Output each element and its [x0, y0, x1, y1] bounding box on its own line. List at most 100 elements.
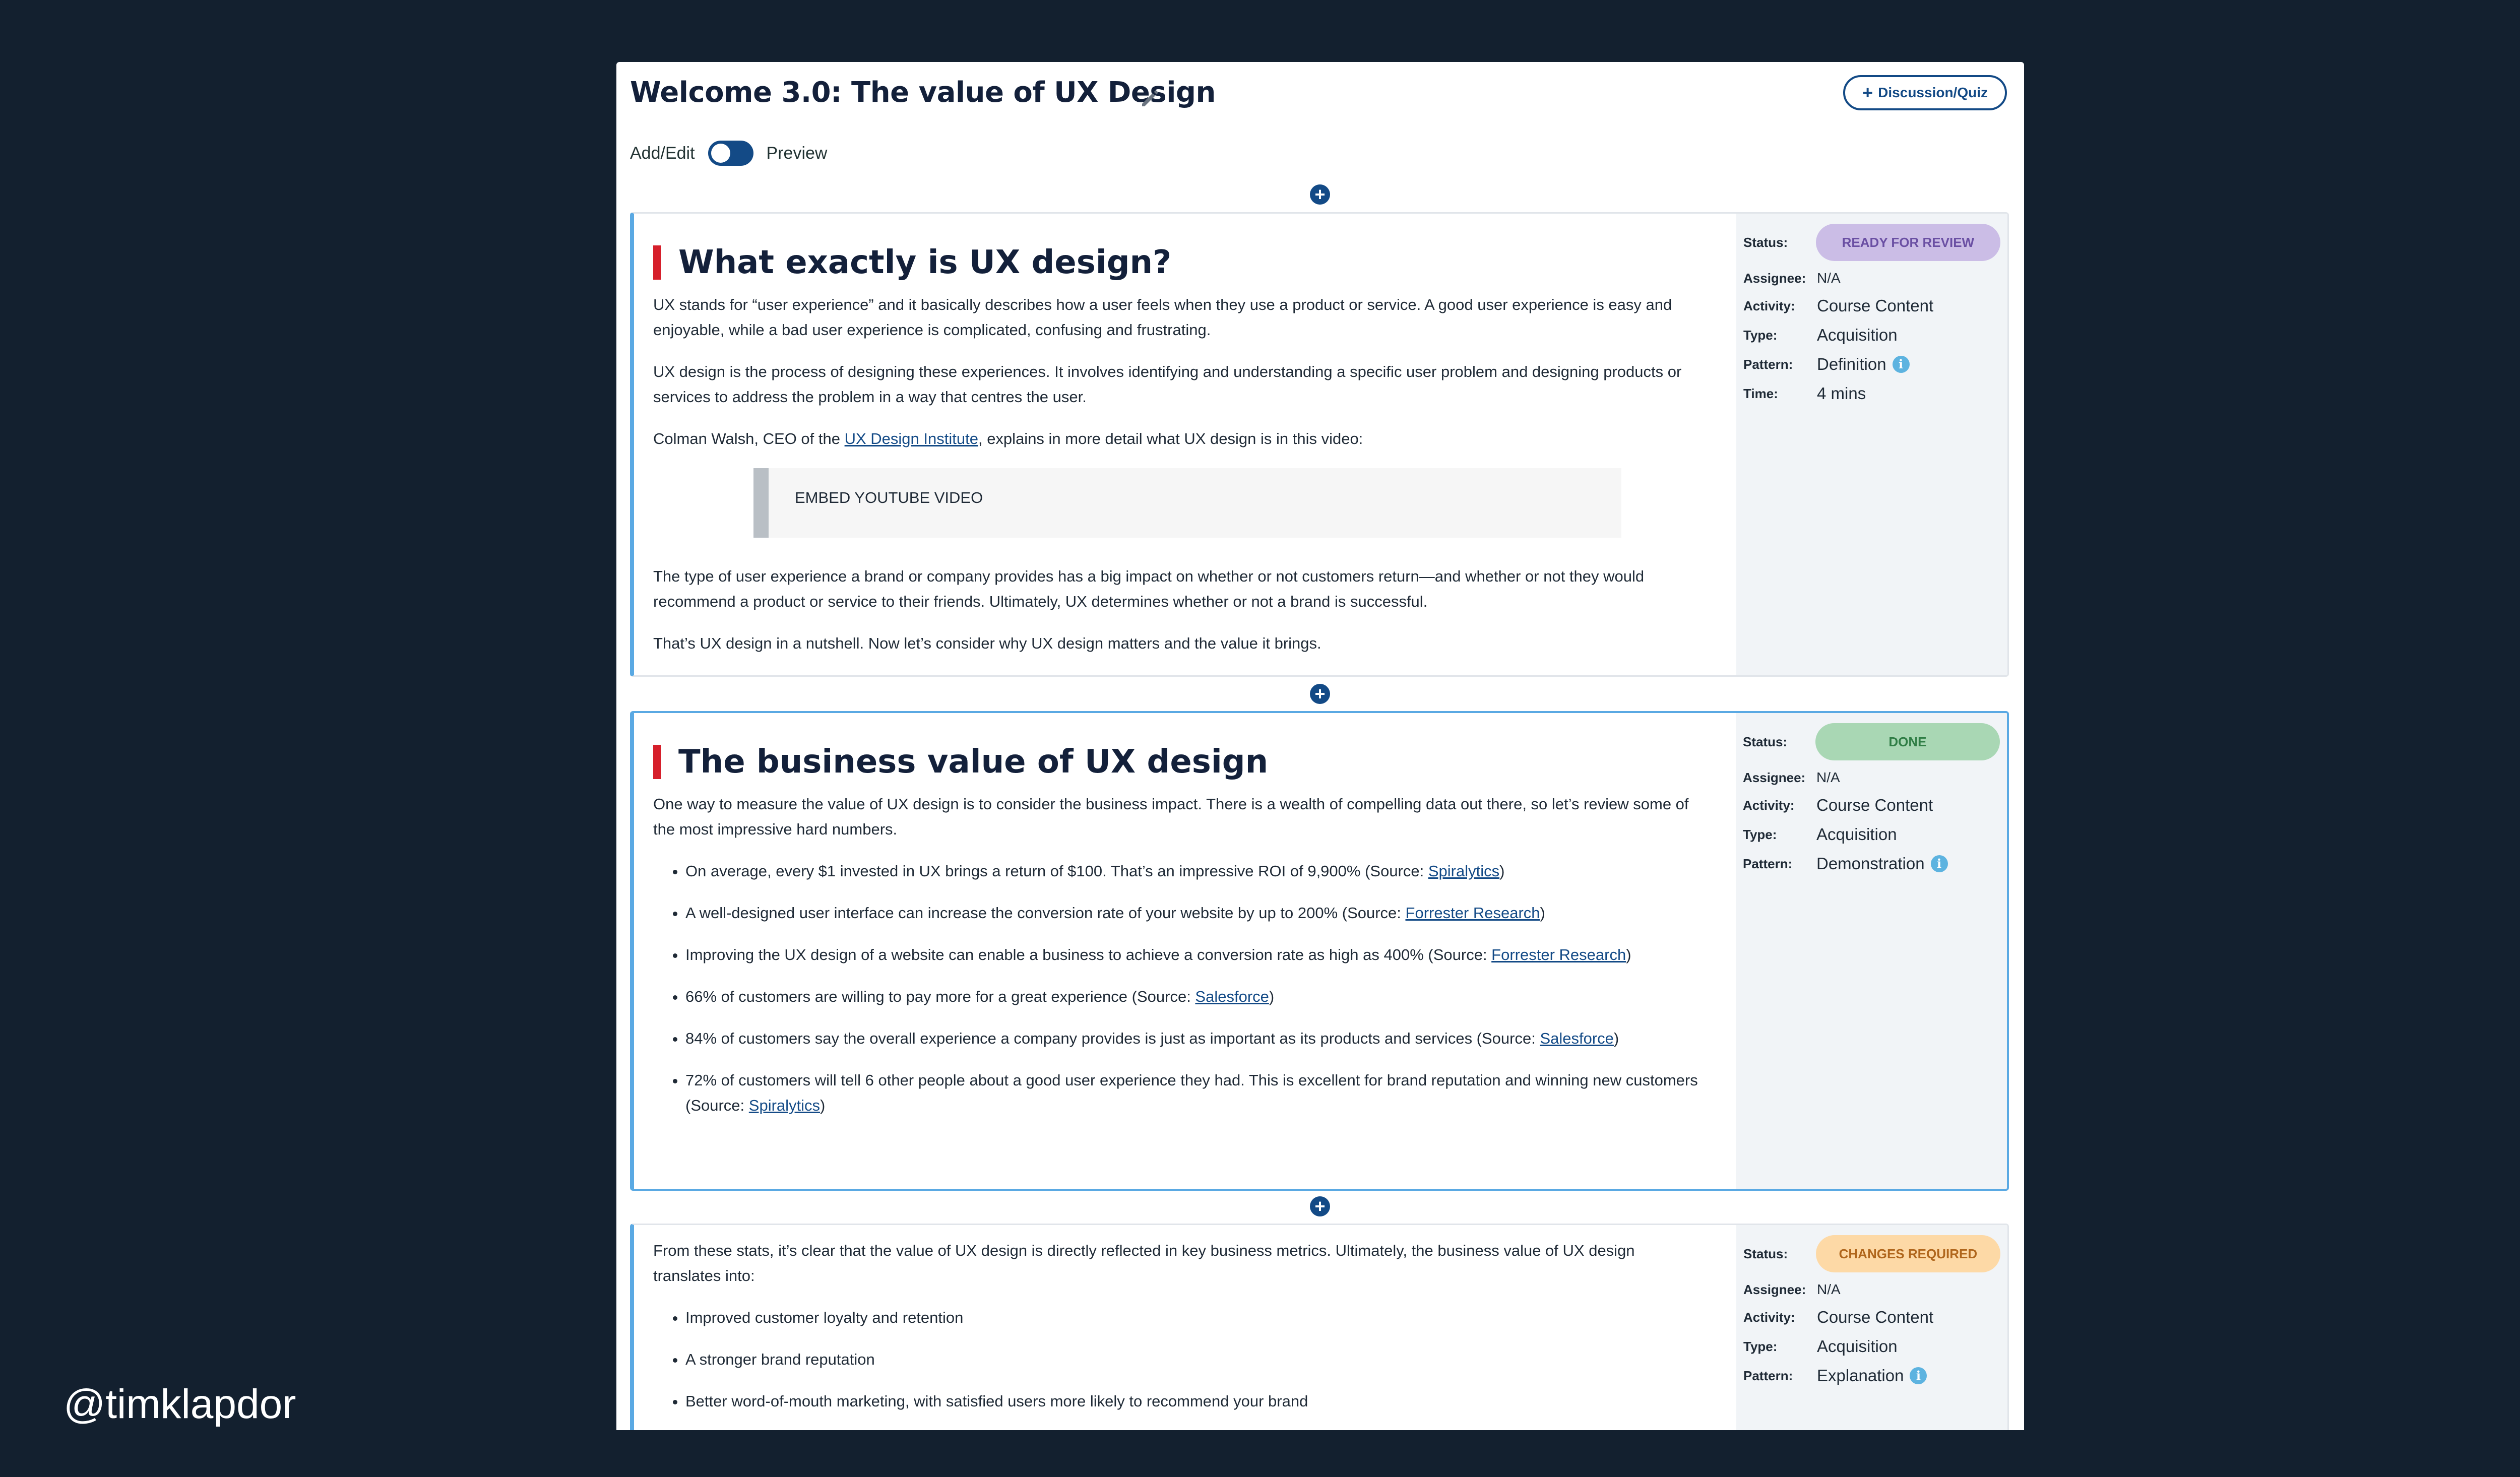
paragraph: One way to measure the value of UX desig…	[653, 795, 1689, 838]
assignee-row: Assignee: N/A	[1743, 769, 2000, 786]
status-label: Status:	[1743, 734, 1788, 749]
text: )	[1613, 1030, 1619, 1047]
ux-design-institute-link[interactable]: UX Design Institute	[845, 430, 978, 447]
pattern-text: Definition	[1817, 355, 1886, 373]
paragraph: UX design is the process of designing th…	[653, 363, 1682, 406]
assignee-label: Assignee:	[1743, 769, 1806, 785]
text: )	[1626, 946, 1631, 964]
activity-label: Activity:	[1743, 1309, 1795, 1325]
toggle-knob	[711, 144, 730, 163]
list-item: 66% of customers are willing to pay more…	[685, 984, 1702, 1009]
text: 72% of customers will tell 6 other peopl…	[685, 1071, 1698, 1114]
text: )	[1540, 904, 1545, 922]
text: A well-designed user interface can incre…	[685, 904, 1406, 922]
activity-value: Course Content	[1817, 296, 1934, 315]
preview-label: Preview	[766, 143, 828, 163]
source-link[interactable]: Salesforce	[1540, 1030, 1613, 1047]
activity-label: Activity:	[1743, 298, 1795, 313]
mode-toggle-switch[interactable]	[708, 141, 753, 166]
metadata-list: Status: CHANGES REQUIRED Assignee: N/A A…	[1743, 1235, 2000, 1395]
heading-text: The business value of UX design	[678, 743, 1269, 781]
heading-accent-bar	[653, 745, 661, 779]
status-row: Status: READY FOR REVIEW	[1743, 224, 2000, 261]
assignee-row: Assignee: N/A	[1743, 270, 2000, 286]
type-value: Acquisition	[1817, 1337, 1898, 1356]
assignee-value[interactable]: N/A	[1817, 1281, 1841, 1298]
text: )	[1269, 988, 1275, 1005]
assignee-row: Assignee: N/A	[1743, 1281, 2000, 1298]
add-block-icon[interactable]: +	[1310, 184, 1330, 205]
status-label: Status:	[1743, 234, 1788, 250]
metadata-list: Status: DONE Assignee: N/A Activity: Cou…	[1743, 723, 2000, 883]
source-link[interactable]: Salesforce	[1195, 988, 1269, 1005]
pattern-label: Pattern:	[1743, 1368, 1793, 1383]
list-item: Improving the UX design of a website can…	[685, 942, 1702, 968]
status-badge[interactable]: DONE	[1815, 723, 2000, 760]
block-metadata-sidebar: Status: CHANGES REQUIRED Assignee: N/A A…	[1736, 1225, 2007, 1430]
content-block[interactable]: What exactly is UX design? UX stands for…	[630, 212, 2009, 677]
text: Colman Walsh, CEO of the	[653, 430, 845, 447]
editor-header: Welcome 3.0: The value of UX Design + Di…	[616, 62, 2024, 198]
info-icon[interactable]: i	[1930, 855, 1948, 872]
list-item: 84% of customers say the overall experie…	[685, 1026, 1702, 1051]
type-label: Type:	[1743, 826, 1777, 842]
status-label: Status:	[1743, 1246, 1788, 1261]
type-row: Type: Acquisition	[1743, 825, 2000, 844]
status-badge[interactable]: CHANGES REQUIRED	[1815, 1235, 2000, 1272]
source-link[interactable]: Forrester Research	[1491, 946, 1626, 964]
list-item: Improved customer loyalty and retention	[685, 1305, 1702, 1330]
assignee-value[interactable]: N/A	[1816, 769, 1840, 786]
heading-text: What exactly is UX design?	[678, 244, 1172, 281]
video-embed-placeholder[interactable]: EMBED YOUTUBE VIDEO	[753, 468, 1621, 538]
list-item: Better word-of-mouth marketing, with sat…	[685, 1389, 1702, 1414]
paragraph: The type of user experience a brand or c…	[653, 567, 1645, 610]
text: 84% of customers say the overall experie…	[685, 1030, 1540, 1047]
add-block-icon[interactable]: +	[1310, 684, 1330, 704]
pattern-row: Pattern: Definition i	[1743, 355, 2000, 374]
info-icon[interactable]: i	[1892, 356, 1910, 373]
block-content: The business value of UX design One way …	[653, 713, 1702, 1135]
block-heading: The business value of UX design	[653, 743, 1702, 781]
content-block-selected[interactable]: The business value of UX design One way …	[630, 711, 2009, 1191]
source-link[interactable]: Spiralytics	[749, 1097, 820, 1114]
time-row: Time: 4 mins	[1743, 384, 2000, 403]
pattern-text: Explanation	[1817, 1366, 1904, 1385]
add-discussion-quiz-button[interactable]: + Discussion/Quiz	[1843, 75, 2007, 110]
type-label: Type:	[1743, 1338, 1778, 1354]
paragraph: That’s UX design in a nutshell. Now let’…	[653, 634, 1321, 652]
type-value: Acquisition	[1817, 326, 1898, 344]
add-block-icon[interactable]: +	[1310, 1196, 1330, 1216]
discussion-quiz-label: Discussion/Quiz	[1878, 85, 1988, 100]
author-handle: @timklapdor	[64, 1381, 296, 1427]
type-row: Type: Acquisition	[1743, 326, 2000, 345]
pencil-icon[interactable]	[1138, 86, 1162, 110]
stats-list: On average, every $1 invested in UX brin…	[653, 859, 1702, 1118]
info-icon[interactable]: i	[1910, 1367, 1927, 1384]
block-content: What exactly is UX design? UX stands for…	[653, 214, 1702, 673]
assignee-value[interactable]: N/A	[1817, 270, 1841, 286]
content-block[interactable]: From these stats, it’s clear that the va…	[630, 1224, 2009, 1430]
list-item: A well-designed user interface can incre…	[685, 901, 1702, 926]
content-editor-panel: Welcome 3.0: The value of UX Design + Di…	[616, 62, 2024, 1430]
pattern-value: Explanation i	[1817, 1366, 1927, 1385]
text: Improving the UX design of a website can…	[685, 946, 1492, 964]
plus-icon: +	[1862, 82, 1873, 103]
text: On average, every $1 invested in UX brin…	[685, 862, 1428, 880]
type-label: Type:	[1743, 327, 1778, 343]
source-link[interactable]: Spiralytics	[1428, 862, 1499, 880]
pattern-text: Demonstration	[1816, 854, 1925, 873]
block-heading: What exactly is UX design?	[653, 244, 1702, 281]
assignee-label: Assignee:	[1743, 270, 1806, 286]
status-badge[interactable]: READY FOR REVIEW	[1815, 224, 2000, 261]
list-item: A stronger brand reputation	[685, 1347, 1702, 1372]
activity-value: Course Content	[1817, 1308, 1934, 1326]
metadata-list: Status: READY FOR REVIEW Assignee: N/A A…	[1743, 224, 2000, 413]
type-row: Type: Acquisition	[1743, 1337, 2000, 1356]
paragraph: UX stands for “user experience” and it b…	[653, 296, 1672, 339]
page-title: Welcome 3.0: The value of UX Design	[630, 76, 1216, 109]
block-content: From these stats, it’s clear that the va…	[653, 1225, 1702, 1430]
paragraph: Colman Walsh, CEO of the UX Design Insti…	[653, 426, 1702, 452]
source-link[interactable]: Forrester Research	[1406, 904, 1540, 922]
block-metadata-sidebar: Status: DONE Assignee: N/A Activity: Cou…	[1736, 713, 2007, 1189]
list-item: On average, every $1 invested in UX brin…	[685, 859, 1702, 884]
